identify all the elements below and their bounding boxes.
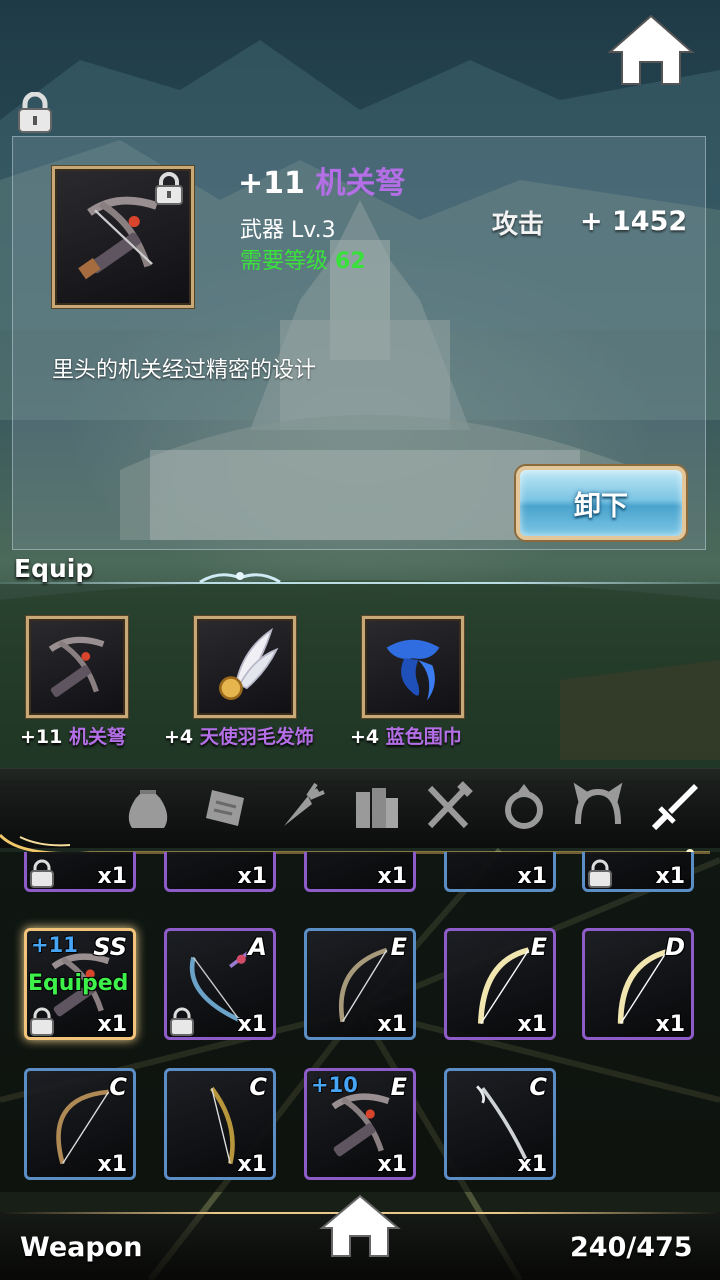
category-label: Weapon: [20, 1232, 143, 1263]
inventory-slot[interactable]: C x1: [24, 1068, 136, 1180]
item-count: x1: [517, 1152, 548, 1177]
item-enhance: +11: [238, 166, 305, 201]
enhance-level: +11: [31, 933, 78, 957]
item-description: 里头的机关经过精密的设计: [52, 358, 317, 383]
item-count: x1: [97, 1152, 128, 1177]
required-level-label: 需要等级: [240, 249, 329, 274]
equipped-slot-scarf[interactable]: [362, 616, 464, 718]
enhance-level: +10: [311, 1073, 358, 1097]
item-count: x1: [655, 864, 686, 889]
home-icon[interactable]: [318, 1192, 402, 1260]
enhance-level: +11: [20, 726, 63, 748]
inventory-slot[interactable]: x1: [304, 852, 416, 892]
enhance-level: +4: [164, 726, 194, 748]
grade-badge: E: [390, 933, 407, 961]
inventory-slot[interactable]: x1: [164, 852, 276, 892]
grade-badge: C: [249, 1073, 267, 1101]
item-name: 蓝色围巾: [385, 726, 462, 748]
item-count: x1: [97, 1012, 128, 1037]
inventory-slot[interactable]: A x1: [164, 928, 276, 1040]
required-level: 需要等级 62: [240, 243, 366, 275]
crossbow-icon: [48, 636, 105, 697]
stat-label: 攻击: [492, 210, 545, 240]
grade-badge: A: [248, 933, 267, 961]
enhance-level: +4: [350, 726, 380, 748]
item-count: x1: [377, 1012, 408, 1037]
lock-icon[interactable]: [14, 92, 56, 134]
item-count: x1: [377, 1152, 408, 1177]
grade-badge: E: [390, 1073, 407, 1101]
inventory-slot[interactable]: C x1: [164, 1068, 276, 1180]
home-button[interactable]: [606, 12, 696, 88]
ornament-icon: [199, 572, 281, 584]
inventory-slot[interactable]: x1: [24, 852, 136, 892]
blue-scarf-icon: [386, 639, 440, 701]
item-count: x1: [517, 864, 548, 889]
item-count: x1: [517, 1012, 548, 1037]
equipped-name-scarf: +4 蓝色围巾: [350, 722, 462, 749]
inventory-slot[interactable]: x1: [582, 852, 694, 892]
item-count: x1: [237, 1012, 268, 1037]
inventory-slot[interactable]: D x1: [582, 928, 694, 1040]
equipped-name-hairpin: +4 天使羽毛发饰: [164, 722, 314, 749]
inventory-slot[interactable]: E x1: [444, 928, 556, 1040]
equipped-status: Equiped: [28, 971, 129, 996]
item-count: x1: [655, 1012, 686, 1037]
item-name: 机关弩: [315, 166, 406, 201]
item-level: Lv.3: [291, 218, 336, 243]
equipped-slot-hairpin[interactable]: [194, 616, 296, 718]
inventory-slot[interactable]: E x1: [304, 928, 416, 1040]
lock-icon: [30, 859, 54, 888]
inventory-capacity: 240/475: [570, 1232, 693, 1263]
equipped-slot-weapon[interactable]: [26, 616, 128, 718]
equip-divider: [0, 582, 720, 584]
lock-icon: [170, 1007, 194, 1036]
inventory-grid: x1 x1 x1 x1 x1 +11 SS Equiped x1 A x1 E …: [0, 852, 720, 1192]
equipped-name-weapon: +11 机关弩: [20, 722, 126, 749]
inventory-slot[interactable]: x1: [444, 852, 556, 892]
grade-badge: C: [109, 1073, 127, 1101]
item-count: x1: [377, 864, 408, 889]
equip-title: Equip: [14, 554, 94, 583]
grade-badge: D: [665, 933, 685, 961]
required-level-value: 62: [335, 249, 366, 274]
item-title: +11 机关弩: [238, 158, 405, 202]
item-count: x1: [237, 864, 268, 889]
item-count: x1: [237, 1152, 268, 1177]
item-name: 机关弩: [69, 726, 127, 748]
grade-badge: C: [529, 1073, 547, 1101]
grade-badge: SS: [93, 933, 127, 961]
item-lock-icon[interactable]: [152, 172, 186, 206]
lock-icon: [588, 859, 612, 888]
inventory-slot-selected[interactable]: +11 SS Equiped x1: [24, 928, 136, 1040]
unequip-button[interactable]: 卸下: [516, 466, 686, 540]
item-type-level: 武器 Lv.3: [240, 212, 336, 244]
stat-value: + 1452: [580, 206, 688, 237]
item-count: x1: [97, 864, 128, 889]
angel-feather-hairpin-icon: [219, 627, 279, 700]
item-type: 武器: [240, 218, 285, 243]
inventory-slot[interactable]: C x1: [444, 1068, 556, 1180]
grade-badge: E: [530, 933, 547, 961]
lock-icon: [30, 1007, 54, 1036]
item-name: 天使羽毛发饰: [199, 726, 314, 748]
tab-underline: [0, 833, 710, 854]
inventory-slot[interactable]: +10 E x1: [304, 1068, 416, 1180]
